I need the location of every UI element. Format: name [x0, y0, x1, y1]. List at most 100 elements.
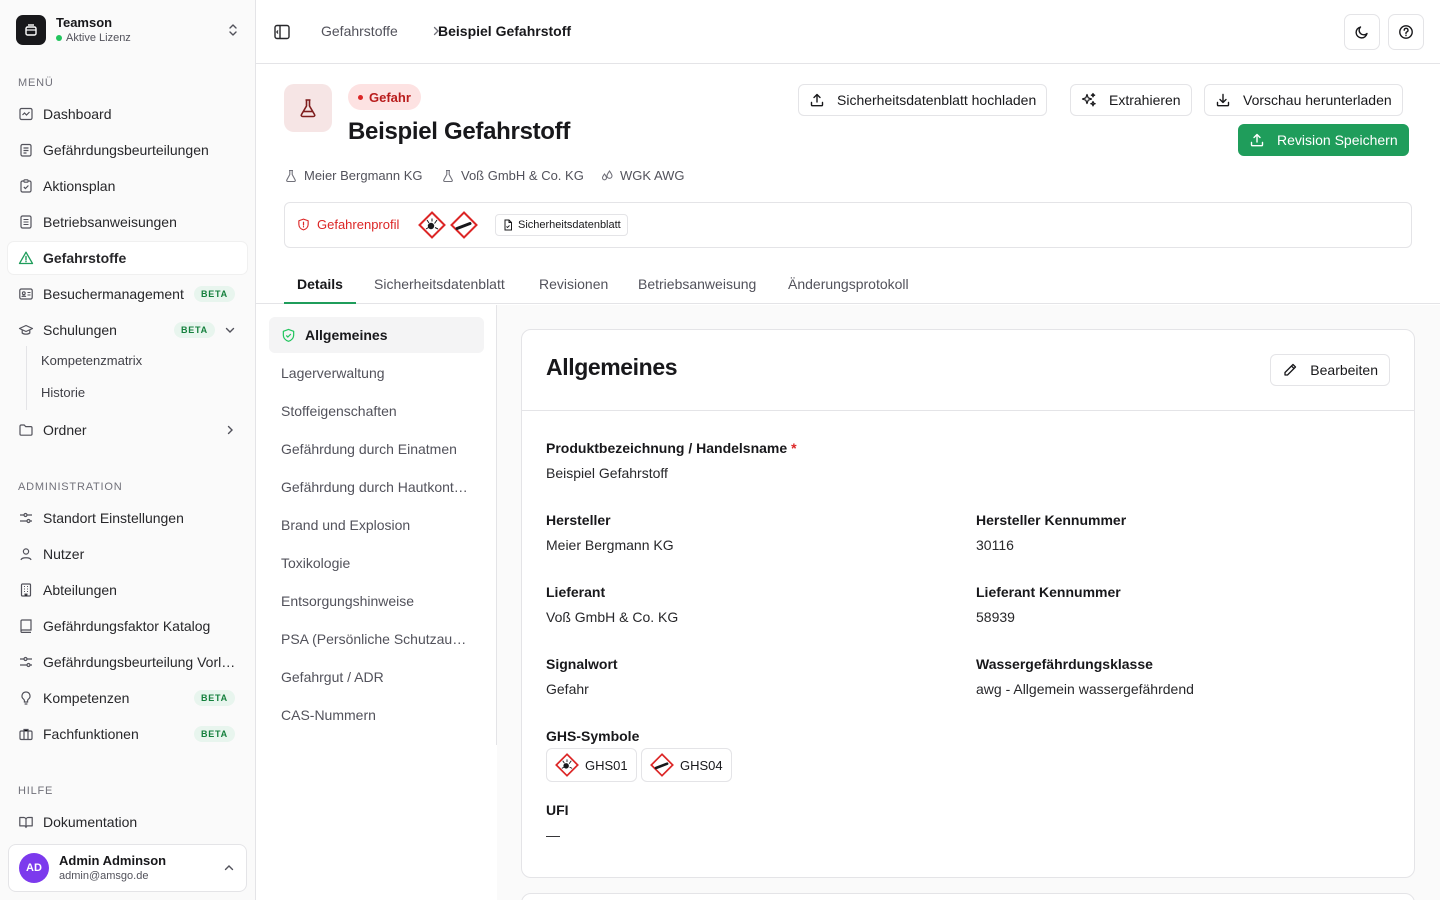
- upload-icon: [810, 93, 824, 107]
- sidebar-item-nutzer[interactable]: Nutzer: [8, 538, 247, 570]
- sidebar-item-label: Gefahrstoffe: [43, 250, 127, 266]
- moon-icon: [1355, 26, 1368, 39]
- clipboard-list-icon: [20, 143, 32, 157]
- beta-badge: BETA: [193, 286, 235, 302]
- sidebar-item-label: Schulungen: [43, 322, 117, 338]
- section-nav-hautkontakt[interactable]: Gefährdung durch Hautkontakt: [269, 469, 484, 505]
- page-title: Beispiel Gefahrstoff: [348, 118, 571, 145]
- sidebar-item-besuchermanagement[interactable]: Besuchermanagement BETA: [8, 278, 247, 310]
- supplier-number-value: 58939: [976, 609, 1015, 625]
- book-icon: [20, 619, 32, 633]
- upload-sds-button[interactable]: Sicherheitsdatenblatt hochladen: [798, 84, 1048, 116]
- product-name-label: Produktbezeichnung / Handelsname *: [546, 440, 797, 456]
- sidebar-subitem-historie[interactable]: Historie: [41, 385, 85, 400]
- ufi-label: UFI: [546, 802, 569, 818]
- sidebar-item-ordner[interactable]: Ordner: [8, 414, 247, 446]
- section-nav-brand-explosion[interactable]: Brand und Explosion: [269, 507, 484, 543]
- org-logo-icon: [16, 15, 46, 45]
- sidebar-item-kompetenzen[interactable]: Kompetenzen BETA: [8, 682, 247, 714]
- ghs01-explosive-icon[interactable]: [418, 211, 446, 239]
- submenu-guide-line: [26, 346, 27, 410]
- tab-sicherheitsdatenblatt[interactable]: Sicherheitsdatenblatt: [374, 264, 505, 304]
- signal-word-badge: Gefahr: [348, 84, 421, 110]
- sidebar-subitem-kompetenzmatrix[interactable]: Kompetenzmatrix: [41, 353, 142, 368]
- manufacturer-label: Hersteller: [546, 512, 611, 528]
- edit-button[interactable]: Bearbeiten: [1270, 354, 1390, 386]
- sidebar-item-gefaehrdungsbeurteilungen[interactable]: Gefährdungsbeurteilungen: [8, 134, 247, 166]
- sidebar-item-gefaehrdungsbeurteilung-vorlagen[interactable]: Gefährdungsbeurteilung Vorlagen: [8, 646, 247, 678]
- flask-icon: [443, 169, 453, 182]
- section-nav-einatmen[interactable]: Gefährdung durch Einatmen: [269, 431, 484, 467]
- sidebar-item-betriebsanweisungen[interactable]: Betriebsanweisungen: [8, 206, 247, 238]
- top-bar: Gefahrstoffe Beispiel Gefahrstoff: [256, 0, 1440, 64]
- tab-revisionen[interactable]: Revisionen: [539, 264, 608, 304]
- required-mark: *: [791, 440, 797, 456]
- sidebar-item-gefaehrdungsfaktor-katalog[interactable]: Gefährdungsfaktor Katalog: [8, 610, 247, 642]
- sidebar-item-label: Gefährdungsbeurteilung Vorlagen: [43, 654, 237, 670]
- manufacturer-value: Meier Bergmann KG: [546, 537, 674, 553]
- section-nav-gefahrgut[interactable]: Gefahrgut / ADR: [269, 659, 484, 695]
- sidebar-item-gefahrstoffe[interactable]: Gefahrstoffe: [8, 242, 247, 274]
- ghs04-gas-cylinder-icon[interactable]: [450, 211, 478, 239]
- next-card: [521, 893, 1415, 900]
- meta-supplier: Voß GmbH & Co. KG: [441, 168, 584, 183]
- org-switcher[interactable]: Teamson Aktive Lizenz: [8, 8, 248, 52]
- signal-word-label: Signalwort: [546, 656, 618, 672]
- sidebar: Teamson Aktive Lizenz MENÜ Dashboard Gef…: [0, 0, 256, 900]
- sliders-icon: [20, 656, 32, 668]
- chevrons-up-down-icon: [226, 23, 240, 37]
- section-nav-toxikologie[interactable]: Toxikologie: [269, 545, 484, 581]
- extract-button[interactable]: Extrahieren: [1070, 84, 1192, 116]
- section-nav: Allgemeines Lagerverwaltung Stoffeigensc…: [256, 305, 497, 745]
- download-preview-button[interactable]: Vorschau herunterladen: [1204, 84, 1403, 116]
- signal-word-value: Gefahr: [546, 681, 589, 697]
- section-nav-cas[interactable]: CAS-Nummern: [269, 697, 484, 733]
- card-divider: [522, 410, 1414, 411]
- save-revision-button[interactable]: Revision Speichern: [1238, 124, 1409, 156]
- supplier-value: Voß GmbH & Co. KG: [546, 609, 679, 625]
- sidebar-item-standort-einstellungen[interactable]: Standort Einstellungen: [8, 502, 247, 534]
- supplier-label: Lieferant: [546, 584, 606, 600]
- tab-bar: Details Sicherheitsdatenblatt Revisionen…: [256, 264, 1440, 304]
- ghs-chip-ghs04: GHS04: [641, 748, 732, 782]
- sidebar-item-dokumentation[interactable]: Dokumentation: [8, 806, 247, 838]
- sidebar-item-fachfunktionen[interactable]: Fachfunktionen BETA: [8, 718, 247, 750]
- sidebar-toggle-icon[interactable]: [272, 22, 292, 42]
- sidebar-item-dashboard[interactable]: Dashboard: [8, 98, 247, 130]
- building-icon: [20, 583, 32, 597]
- sds-chip[interactable]: Sicherheitsdatenblatt: [495, 214, 628, 236]
- sparkles-icon: [1081, 92, 1096, 107]
- section-nav-psa[interactable]: PSA (Persönliche Schutzausrüstung): [269, 621, 484, 657]
- license-status: Aktive Lizenz: [66, 32, 131, 44]
- section-label-administration: ADMINISTRATION: [18, 481, 123, 493]
- user-menu[interactable]: AD Admin Adminson admin@amsgo.de: [8, 844, 247, 892]
- theme-toggle-button[interactable]: [1344, 14, 1380, 50]
- breadcrumb-parent[interactable]: Gefahrstoffe: [321, 23, 398, 39]
- help-button[interactable]: [1388, 14, 1424, 50]
- lightbulb-icon: [21, 691, 31, 705]
- tab-betriebsanweisung[interactable]: Betriebsanweisung: [638, 264, 756, 304]
- sidebar-item-label: Betriebsanweisungen: [43, 214, 177, 230]
- open-book-icon: [19, 816, 33, 829]
- meta-manufacturer: Meier Bergmann KG: [284, 168, 423, 183]
- chevron-up-icon: [224, 865, 234, 871]
- sidebar-item-schulungen[interactable]: Schulungen BETA: [8, 314, 247, 346]
- document-icon: [20, 215, 32, 229]
- tab-aenderungsprotokoll[interactable]: Änderungsprotokoll: [788, 264, 909, 304]
- section-label-menu: MENÜ: [18, 77, 54, 89]
- section-nav-entsorgung[interactable]: Entsorgungshinweise: [269, 583, 484, 619]
- shield-check-icon: [282, 328, 295, 342]
- id-card-icon: [19, 288, 33, 300]
- ufi-value: —: [546, 827, 560, 843]
- sidebar-item-abteilungen[interactable]: Abteilungen: [8, 574, 247, 606]
- sidebar-item-label: Nutzer: [43, 546, 85, 562]
- section-nav-lagerverwaltung[interactable]: Lagerverwaltung: [269, 355, 484, 391]
- upload-icon: [1250, 133, 1264, 147]
- pencil-icon: [1284, 363, 1297, 376]
- general-card: Allgemeines Bearbeiten Produktbezeichnun…: [521, 329, 1415, 878]
- section-nav-allgemeines[interactable]: Allgemeines: [269, 317, 484, 353]
- section-nav-stoffeigenschaften[interactable]: Stoffeigenschaften: [269, 393, 484, 429]
- tab-details[interactable]: Details: [284, 264, 356, 304]
- sidebar-item-aktionsplan[interactable]: Aktionsplan: [8, 170, 247, 202]
- shield-alert-icon: [298, 218, 309, 231]
